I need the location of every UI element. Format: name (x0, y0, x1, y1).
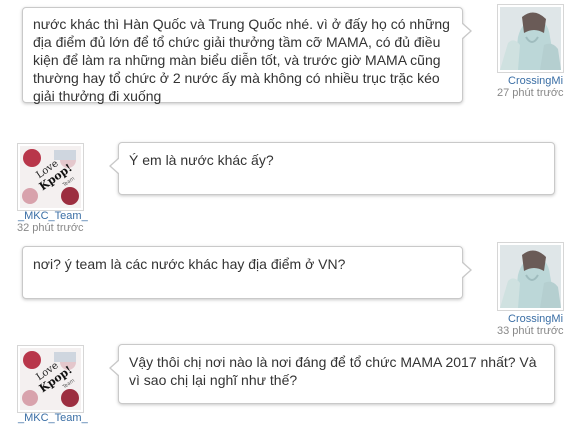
avatar-image (500, 245, 561, 308)
timestamp: 32 phút trước (17, 222, 84, 234)
message-text: Vậy thôi chị nơi nào là nơi đáng để tổ c… (129, 354, 537, 388)
avatar[interactable]: Love Kpop! Team (17, 345, 84, 413)
message-text: Ý em là nước khác ấy? (129, 152, 274, 168)
avatar-image (500, 7, 561, 70)
username-link[interactable]: _MKC_Team_ (18, 412, 88, 425)
timestamp: 27 phút trước (497, 87, 564, 99)
avatar[interactable] (497, 4, 564, 73)
message-bubble: Vậy thôi chị nơi nào là nơi đáng để tổ c… (109, 344, 555, 404)
avatar[interactable] (497, 242, 564, 311)
avatar-image: Love Kpop! Team (20, 348, 81, 410)
avatar[interactable]: Love Kpop! Team (17, 143, 84, 211)
message-bubble: nơi? ý team là các nước khác hay địa điể… (22, 246, 472, 299)
message-text: nước khác thì Hàn Quốc và Trung Quốc nhé… (33, 16, 450, 104)
message-bubble: nước khác thì Hàn Quốc và Trung Quốc nhé… (22, 7, 472, 104)
message-bubble: Ý em là nước khác ấy? (109, 142, 555, 195)
timestamp: 33 phút trước (497, 325, 564, 337)
message-text: nơi? ý team là các nước khác hay địa điể… (33, 256, 346, 272)
avatar-image: Love Kpop! Team (20, 146, 81, 208)
